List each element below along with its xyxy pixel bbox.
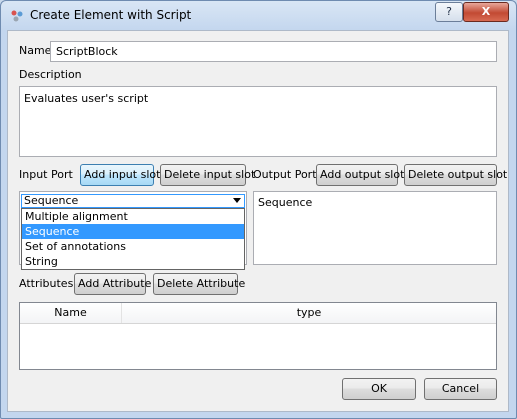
- delete-attribute-button[interactable]: Delete Attribute: [153, 273, 245, 295]
- close-icon: X: [481, 5, 491, 18]
- delete-input-slot-button[interactable]: Delete input slot: [160, 164, 255, 186]
- output-port-label: Output Port: [253, 168, 317, 181]
- help-button[interactable]: ?: [435, 2, 463, 22]
- add-attribute-button[interactable]: Add Attribute: [74, 273, 151, 295]
- description-field[interactable]: Evaluates user's script: [19, 86, 497, 157]
- name-value: ScriptBlock: [56, 45, 118, 58]
- add-input-slot-button[interactable]: Add input slot: [80, 164, 160, 186]
- help-icon: ?: [446, 5, 452, 18]
- dropdown-option-multiple-alignment[interactable]: Multiple alignment: [22, 209, 244, 224]
- output-port-list[interactable]: Sequence: [253, 191, 497, 265]
- input-port-label: Input Port: [19, 168, 73, 181]
- column-header-type[interactable]: type: [122, 303, 496, 323]
- description-label: Description: [19, 68, 82, 81]
- chevron-down-icon[interactable]: [233, 198, 241, 203]
- description-value: Evaluates user's script: [24, 92, 149, 105]
- name-field[interactable]: ScriptBlock: [50, 41, 497, 62]
- script-gear-icon: [11, 10, 23, 22]
- input-port-type-value: Sequence: [24, 194, 79, 207]
- attributes-table[interactable]: Name type: [19, 302, 497, 370]
- ok-button[interactable]: OK: [342, 378, 416, 400]
- add-output-slot-button[interactable]: Add output slot: [316, 164, 404, 186]
- dropdown-option-sequence[interactable]: Sequence: [22, 224, 244, 239]
- cancel-button[interactable]: Cancel: [424, 378, 497, 400]
- attributes-label: Attributes: [19, 277, 74, 290]
- attributes-table-header: Name type: [20, 303, 496, 324]
- output-port-item[interactable]: Sequence: [258, 196, 312, 209]
- delete-output-slot-button[interactable]: Delete output slot: [404, 164, 507, 186]
- input-port-type-select[interactable]: Sequence: [21, 194, 245, 208]
- name-label: Name: [19, 44, 52, 57]
- title-bar[interactable]: Create Element with Script ? X: [1, 1, 516, 31]
- window-title: Create Element with Script: [30, 8, 192, 22]
- close-button[interactable]: X: [463, 2, 509, 22]
- column-header-name[interactable]: Name: [20, 303, 122, 323]
- dropdown-option-string[interactable]: String: [22, 254, 244, 269]
- dropdown-option-set-of-annotations[interactable]: Set of annotations: [22, 239, 244, 254]
- input-port-type-dropdown: Multiple alignment Sequence Set of annot…: [21, 208, 245, 270]
